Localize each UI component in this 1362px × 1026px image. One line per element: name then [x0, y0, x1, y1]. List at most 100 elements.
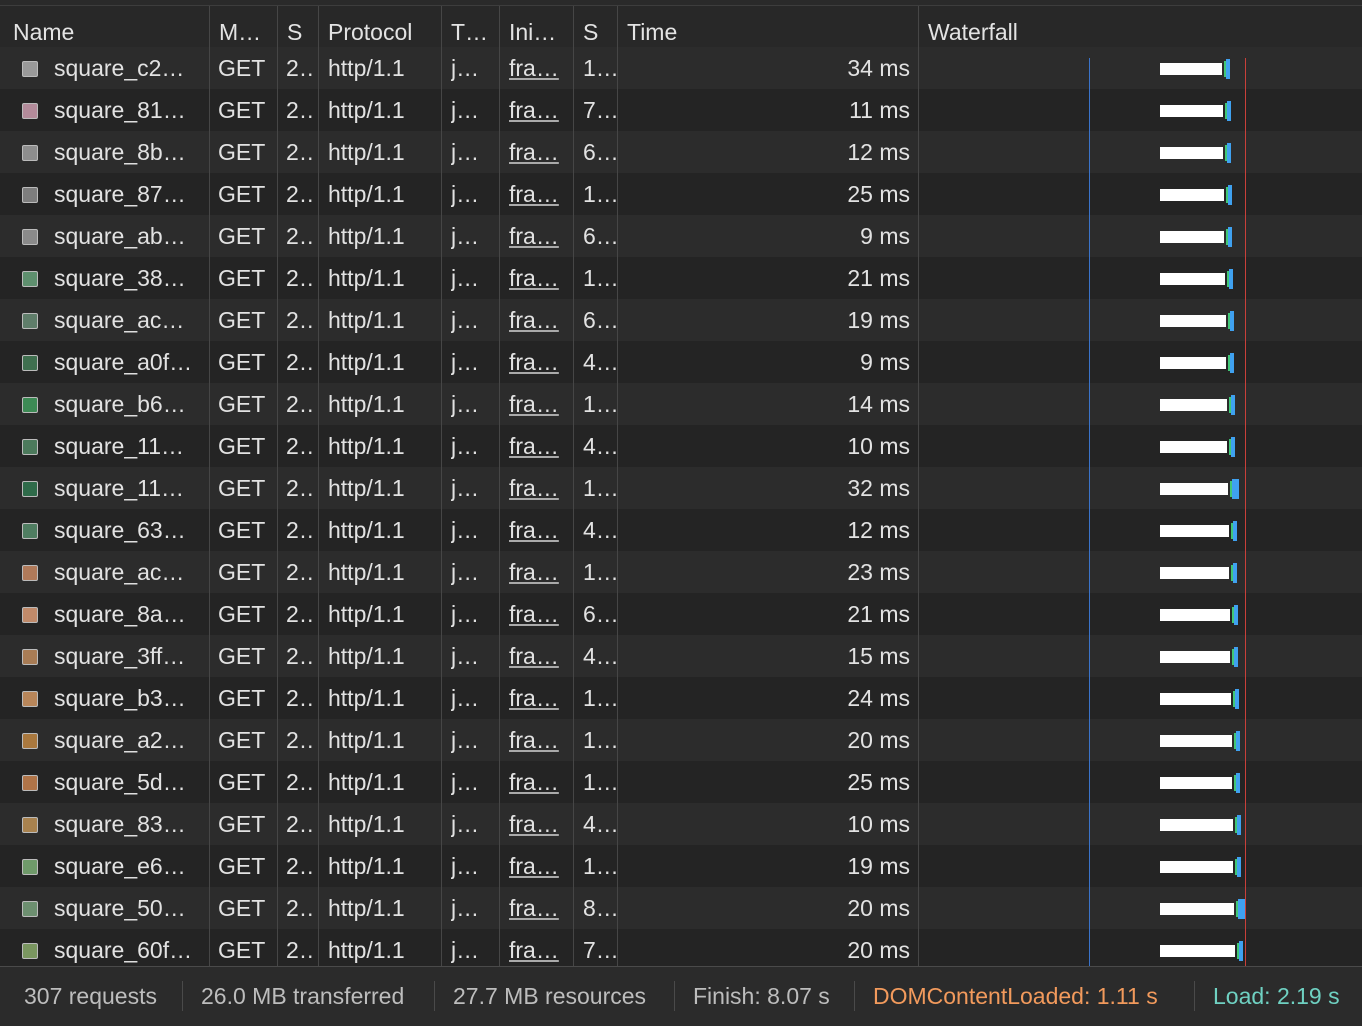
table-row[interactable]: square_81… GET 2… http/1.1 j… fra… 7… 11 ms — [0, 89, 1362, 131]
request-protocol: http/1.1 — [328, 55, 405, 81]
request-type: j… — [451, 307, 480, 333]
column-divider[interactable] — [499, 6, 500, 966]
request-status: 2… — [286, 853, 316, 879]
waterfall-download-bar — [1231, 437, 1235, 457]
column-divider[interactable] — [318, 6, 319, 966]
table-row[interactable]: square_ac… GET 2… http/1.1 j… fra… 6… 19 ms — [0, 299, 1362, 341]
waterfall-download-bar — [1234, 647, 1238, 667]
request-initiator[interactable]: fra… — [509, 47, 571, 89]
table-row[interactable]: square_83… GET 2… http/1.1 j… fra… 4… 10 ms — [0, 803, 1362, 845]
table-row[interactable]: square_87… GET 2… http/1.1 j… fra… 1… 25 ms — [0, 173, 1362, 215]
waterfall-ttfb-bar — [1231, 523, 1233, 539]
request-protocol: http/1.1 — [328, 727, 405, 753]
waterfall-download-bar — [1231, 395, 1235, 415]
column-divider[interactable] — [617, 6, 618, 966]
request-initiator[interactable]: fra… — [509, 635, 571, 677]
waterfall-waiting-bar — [1160, 63, 1222, 75]
table-row[interactable]: square_3ff… GET 2… http/1.1 j… fra… 4… 15 ms — [0, 635, 1362, 677]
table-row[interactable]: square_a0f… GET 2… http/1.1 j… fra… 4… 9 ms — [0, 341, 1362, 383]
table-row[interactable]: square_e6… GET 2… http/1.1 j… fra… 1… 19 ms — [0, 845, 1362, 887]
request-time: 20 ms — [847, 937, 910, 963]
table-row[interactable]: square_ac… GET 2… http/1.1 j… fra… 1… 23 ms — [0, 551, 1362, 593]
table-row[interactable]: square_8b… GET 2… http/1.1 j… fra… 6… 12 ms — [0, 131, 1362, 173]
waterfall-download-bar — [1239, 941, 1243, 961]
table-row[interactable]: square_8a… GET 2… http/1.1 j… fra… 6… 21 ms — [0, 593, 1362, 635]
table-row[interactable]: square_c2… GET 2… http/1.1 j… fra… 1… 34 ms — [0, 47, 1362, 89]
dom-content-loaded-marker — [1089, 58, 1090, 966]
request-initiator[interactable]: fra… — [509, 467, 571, 509]
request-time: 9 ms — [860, 349, 910, 375]
waterfall-waiting-bar — [1160, 483, 1228, 495]
waterfall-ttfb-bar — [1237, 943, 1239, 959]
request-protocol: http/1.1 — [328, 643, 405, 669]
table-row[interactable]: square_11… GET 2… http/1.1 j… fra… 4… 10 ms — [0, 425, 1362, 467]
table-row[interactable]: square_5d… GET 2… http/1.1 j… fra… 1… 25 ms — [0, 761, 1362, 803]
image-thumbnail-icon — [22, 649, 38, 665]
request-name: square_b3… — [54, 685, 186, 711]
table-row[interactable]: square_38… GET 2… http/1.1 j… fra… 1… 21 ms — [0, 257, 1362, 299]
table-row[interactable]: square_b3… GET 2… http/1.1 j… fra… 1… 24 ms — [0, 677, 1362, 719]
request-protocol: http/1.1 — [328, 97, 405, 123]
request-name: square_a2… — [54, 727, 186, 753]
column-divider[interactable] — [209, 6, 210, 966]
table-row[interactable]: square_11… GET 2… http/1.1 j… fra… 1… 32 ms — [0, 467, 1362, 509]
column-divider[interactable] — [918, 6, 919, 966]
waterfall-waiting-bar — [1160, 441, 1227, 453]
waterfall-download-bar — [1236, 731, 1240, 751]
waterfall-download-bar — [1232, 479, 1239, 499]
waterfall-waiting-bar — [1160, 819, 1233, 831]
request-protocol: http/1.1 — [328, 433, 405, 459]
request-count: 307 requests — [24, 983, 157, 1009]
table-row[interactable]: square_a2… GET 2… http/1.1 j… fra… 1… 20 ms — [0, 719, 1362, 761]
table-row[interactable]: square_60f… GET 2… http/1.1 j… fra… 7… 20 ms — [0, 929, 1362, 966]
request-size: 4… — [583, 517, 617, 543]
image-thumbnail-icon — [22, 523, 38, 539]
waterfall-ttfb-bar — [1228, 355, 1230, 371]
request-method: GET — [218, 559, 266, 585]
request-time: 12 ms — [847, 139, 910, 165]
waterfall-waiting-bar — [1160, 315, 1226, 327]
request-time: 10 ms — [847, 811, 910, 837]
request-initiator[interactable]: fra… — [509, 173, 571, 215]
table-row[interactable]: square_b6… GET 2… http/1.1 j… fra… 1… 14 ms — [0, 383, 1362, 425]
request-initiator[interactable]: fra… — [509, 425, 571, 467]
request-type: j… — [451, 643, 480, 669]
request-method: GET — [218, 895, 266, 921]
request-initiator[interactable]: fra… — [509, 593, 571, 635]
request-initiator[interactable]: fra… — [509, 803, 571, 845]
request-method: GET — [218, 475, 266, 501]
request-name: square_ac… — [54, 307, 185, 333]
request-initiator[interactable]: fra… — [509, 719, 571, 761]
request-initiator[interactable]: fra… — [509, 677, 571, 719]
request-initiator[interactable]: fra… — [509, 509, 571, 551]
request-status: 2… — [286, 349, 316, 375]
request-size: 6… — [583, 601, 617, 627]
column-divider[interactable] — [441, 6, 442, 966]
waterfall-download-bar — [1236, 773, 1240, 793]
request-name: square_a0f… — [54, 349, 193, 375]
request-initiator[interactable]: fra… — [509, 257, 571, 299]
request-initiator[interactable]: fra… — [509, 761, 571, 803]
request-initiator[interactable]: fra… — [509, 299, 571, 341]
request-initiator[interactable]: fra… — [509, 551, 571, 593]
column-divider[interactable] — [277, 6, 278, 966]
request-initiator[interactable]: fra… — [509, 131, 571, 173]
image-thumbnail-icon — [22, 565, 38, 581]
table-row[interactable]: square_ab… GET 2… http/1.1 j… fra… 6… 9 ms — [0, 215, 1362, 257]
request-initiator[interactable]: fra… — [509, 89, 571, 131]
request-initiator[interactable]: fra… — [509, 383, 571, 425]
request-time: 21 ms — [847, 265, 910, 291]
request-size: 1… — [583, 769, 617, 795]
request-initiator[interactable]: fra… — [509, 845, 571, 887]
waterfall-ttfb-bar — [1225, 103, 1227, 119]
request-initiator[interactable]: fra… — [509, 887, 571, 929]
request-initiator[interactable]: fra… — [509, 341, 571, 383]
request-protocol: http/1.1 — [328, 937, 405, 963]
table-row[interactable]: square_50… GET 2… http/1.1 j… fra… 8… 20 ms — [0, 887, 1362, 929]
table-row[interactable]: square_63… GET 2… http/1.1 j… fra… 4… 12 ms — [0, 509, 1362, 551]
request-initiator[interactable]: fra… — [509, 929, 571, 966]
column-divider[interactable] — [573, 6, 574, 966]
waterfall-download-bar — [1228, 227, 1232, 247]
request-initiator[interactable]: fra… — [509, 215, 571, 257]
waterfall-download-bar — [1234, 605, 1238, 625]
